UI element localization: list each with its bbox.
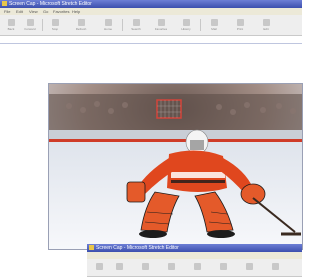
second-window-title: Screen Cap - Microsoft Stretch Editor [96, 245, 179, 251]
window-title: Screen Cap - Microsoft Stretch Editor [9, 1, 92, 7]
toolbar: Back Forward Stop Refresh Home Search Fa… [0, 15, 302, 36]
second-favorites-button[interactable] [241, 261, 257, 277]
second-app-icon [89, 245, 94, 250]
mail-icon [210, 19, 218, 26]
forward-arrow-icon [26, 19, 34, 26]
second-stop-button[interactable] [137, 261, 153, 277]
print-label: Print [236, 27, 244, 31]
edit-button[interactable]: Edit [258, 17, 274, 33]
history-icon [182, 19, 190, 26]
back-button[interactable]: Back [3, 17, 19, 33]
star-icon [245, 263, 253, 270]
back-arrow-icon [95, 263, 103, 270]
second-back-button[interactable] [91, 261, 107, 277]
main-window: Screen Cap - Microsoft Stretch Editor Fi… [0, 0, 302, 44]
toolbar-separator [200, 19, 201, 31]
menu-favorites[interactable]: Favorites [53, 9, 69, 14]
home-label: Home [103, 27, 112, 31]
forward-arrow-icon [115, 263, 123, 270]
favorites-label: Favorites [154, 27, 168, 31]
printer-icon [236, 19, 244, 26]
search-button[interactable]: Search [128, 17, 144, 33]
home-button[interactable]: Home [100, 17, 116, 33]
menu-view[interactable]: View [29, 9, 38, 14]
search-icon [132, 19, 140, 26]
print-button[interactable]: Print [232, 17, 248, 33]
second-window: Screen Cap - Microsoft Stretch Editor [87, 244, 302, 277]
hockey-goalie-photo [48, 83, 303, 250]
app-icon [2, 1, 7, 6]
edit-icon [262, 19, 270, 26]
edit-label: Edit [263, 27, 269, 31]
stop-icon [51, 19, 59, 26]
title-bar[interactable]: Screen Cap - Microsoft Stretch Editor [0, 0, 302, 8]
goalie-image [49, 84, 302, 249]
refresh-icon [167, 263, 175, 270]
forward-label: Forward [24, 27, 36, 31]
history-icon [271, 263, 279, 270]
stop-icon [141, 263, 149, 270]
back-arrow-icon [7, 19, 15, 26]
home-icon [104, 19, 112, 26]
menu-edit[interactable]: Edit [16, 9, 23, 14]
star-icon [157, 19, 165, 26]
favorites-button[interactable]: Favorites [153, 17, 169, 33]
second-home-button[interactable] [189, 261, 205, 277]
forward-button[interactable]: Forward [22, 17, 38, 33]
second-refresh-button[interactable] [163, 261, 179, 277]
stop-button[interactable]: Stop [47, 17, 63, 33]
home-icon [193, 263, 201, 270]
menu-go[interactable]: Go [43, 9, 48, 14]
refresh-icon [77, 19, 85, 26]
history-label: History [181, 27, 191, 31]
menu-bar: File Edit View Go Favorites Help [0, 8, 302, 15]
second-forward-button[interactable] [111, 261, 127, 277]
menu-help[interactable]: Help [72, 9, 80, 14]
back-label: Back [7, 27, 15, 31]
toolbar-separator [122, 19, 123, 31]
toolbar-separator [42, 19, 43, 31]
second-menu-bar [87, 252, 302, 259]
stop-label: Stop [51, 27, 59, 31]
refresh-button[interactable]: Refresh [73, 17, 89, 33]
search-label: Search [131, 27, 141, 31]
search-icon [219, 263, 227, 270]
second-toolbar [87, 259, 302, 277]
mail-button[interactable]: Mail [206, 17, 222, 33]
address-bar[interactable] [0, 36, 302, 44]
second-history-button[interactable] [267, 261, 283, 277]
menu-file[interactable]: File [4, 9, 10, 14]
mail-label: Mail [211, 27, 217, 31]
refresh-label: Refresh [75, 27, 87, 31]
second-search-button[interactable] [215, 261, 231, 277]
second-title-bar[interactable]: Screen Cap - Microsoft Stretch Editor [87, 244, 302, 252]
history-button[interactable]: History [178, 17, 194, 33]
